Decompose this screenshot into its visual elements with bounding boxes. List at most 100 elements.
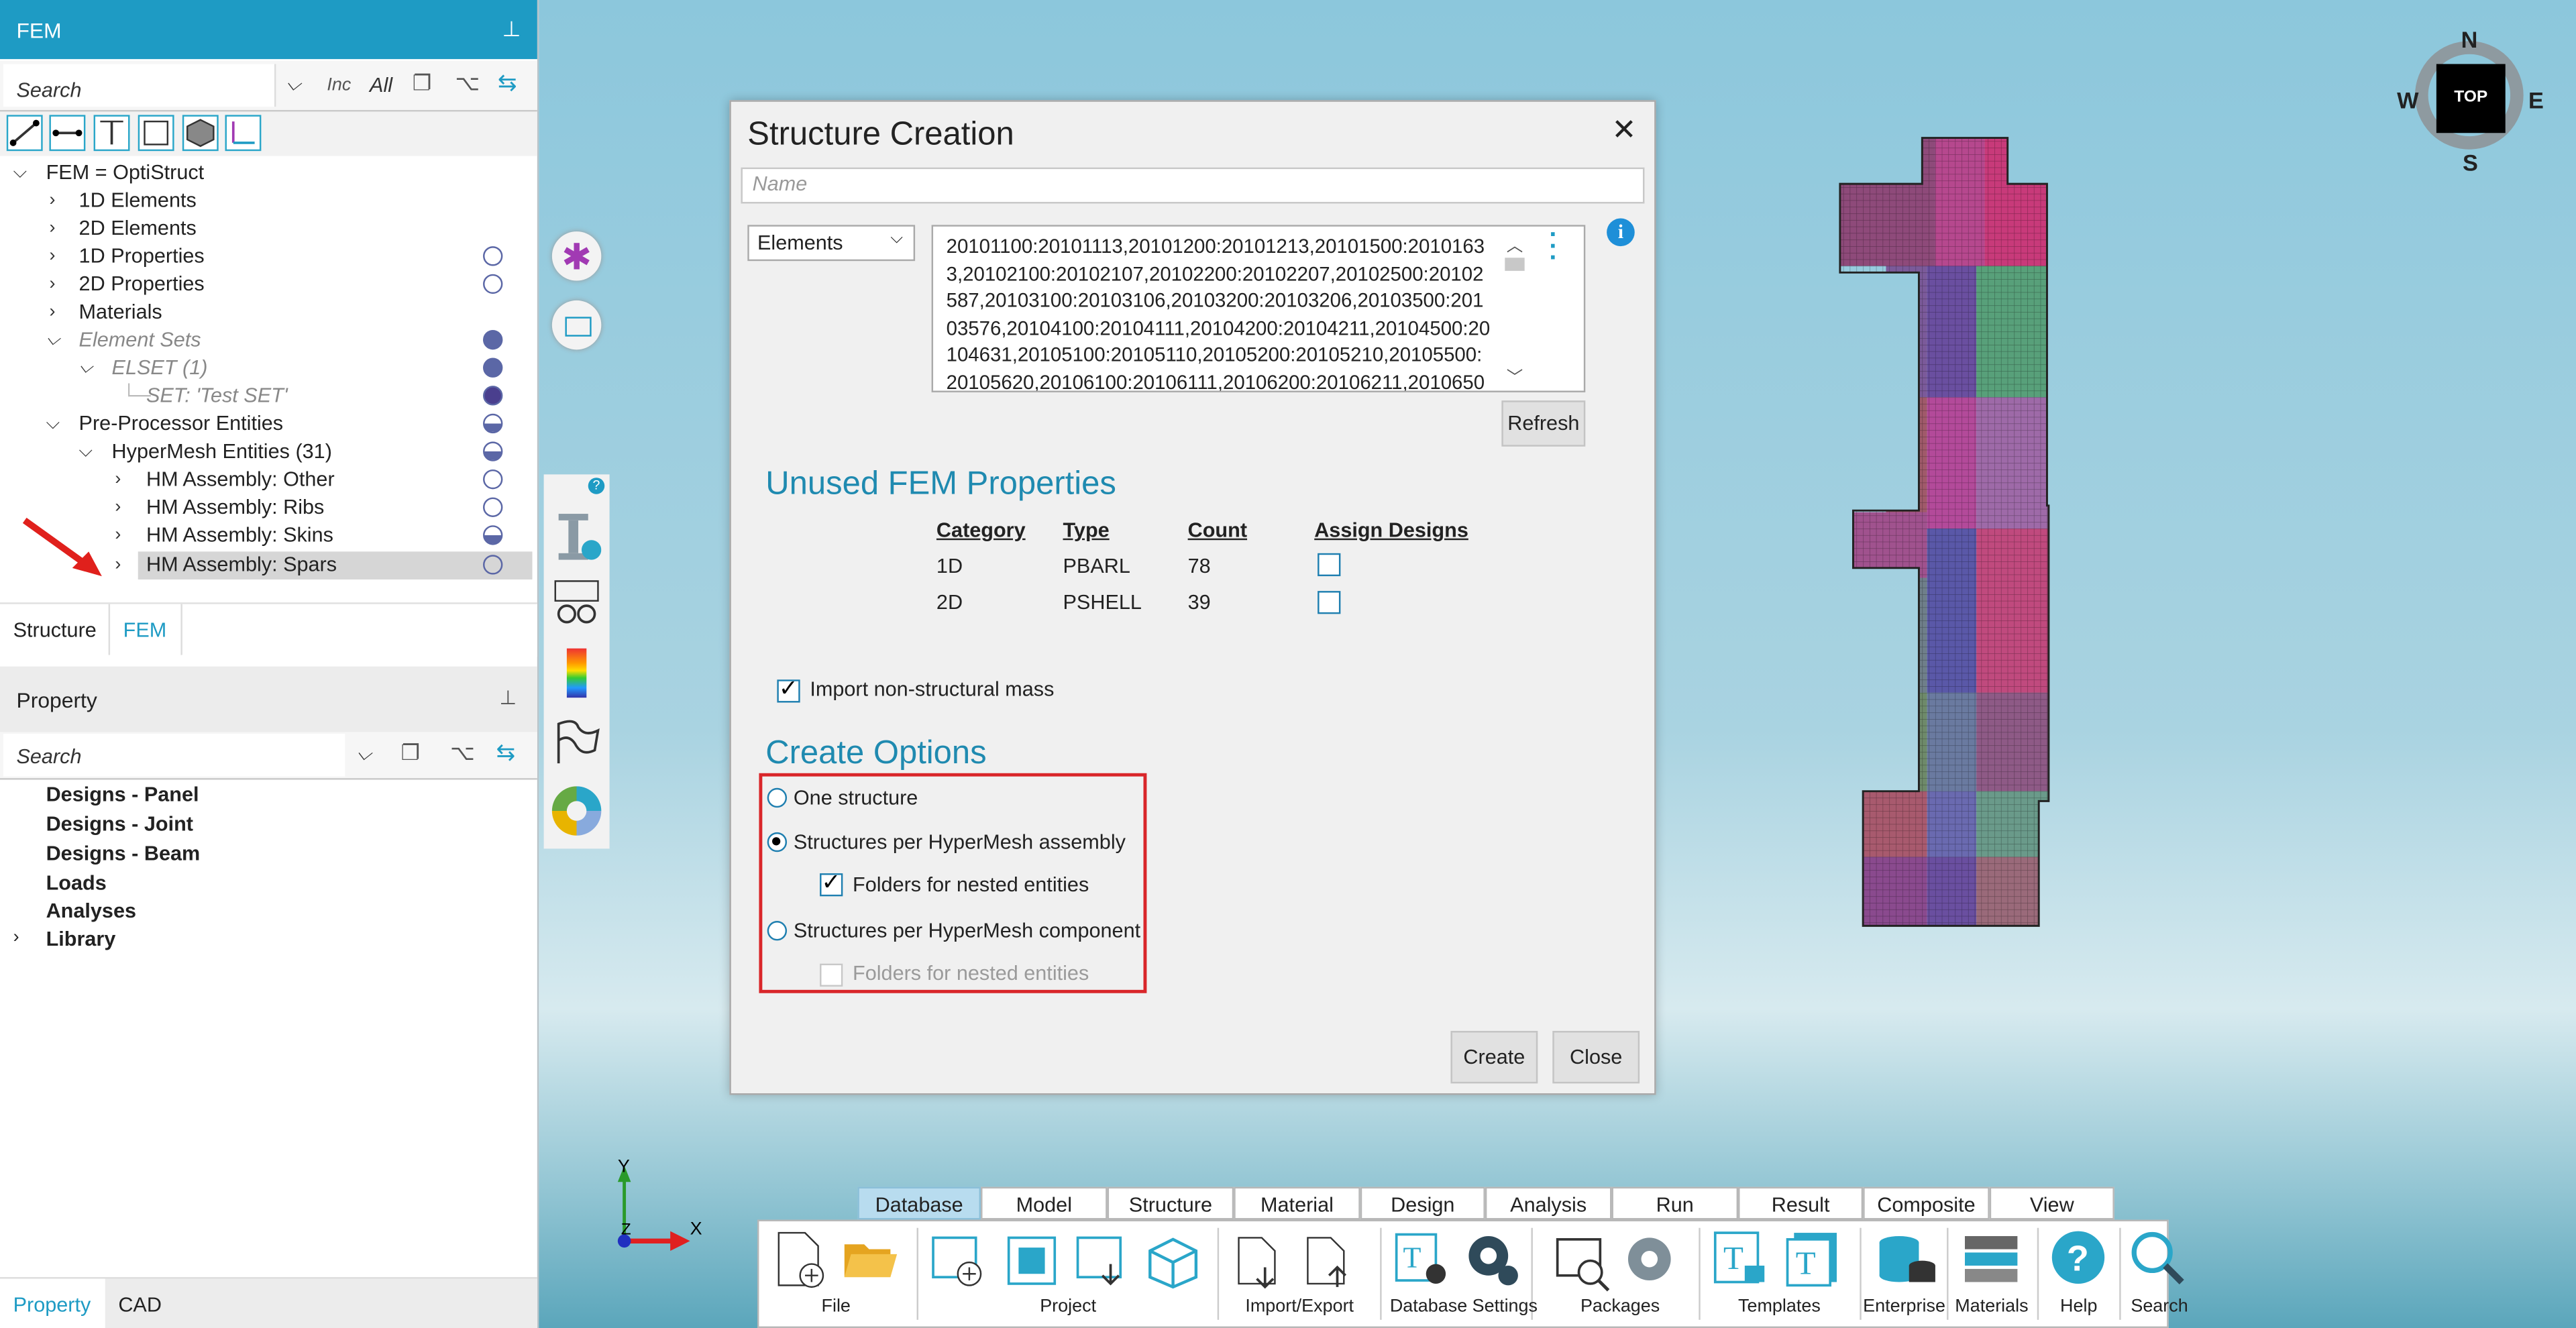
chevron-right-icon[interactable]: ›: [115, 466, 121, 494]
property-item-designs-panel[interactable]: Designs - Panel: [46, 783, 199, 806]
tree-node-1d-properties[interactable]: › 1D Properties: [0, 243, 537, 271]
tree-node-hm-other[interactable]: › HM Assembly: Other: [0, 466, 537, 494]
help-icon[interactable]: ?: [2050, 1229, 2109, 1288]
visibility-half-icon[interactable]: [483, 413, 503, 434]
import-nsm-checkbox[interactable]: [777, 675, 800, 703]
property-item-library[interactable]: Library: [46, 928, 116, 950]
chevron-down-icon[interactable]: ⌵: [286, 72, 301, 97]
visibility-empty-icon[interactable]: [483, 246, 503, 266]
name-input[interactable]: Name: [741, 167, 1645, 204]
visibility-full-icon[interactable]: [483, 329, 503, 350]
scrollbar[interactable]: ︿ ﹀: [1501, 231, 1527, 388]
tree-node-set[interactable]: └─ SET: 'Test SET': [0, 382, 537, 410]
bar-elem-icon[interactable]: [49, 115, 86, 152]
chevron-right-icon[interactable]: ›: [49, 271, 55, 299]
beam-section-icon[interactable]: [552, 510, 602, 563]
import-icon[interactable]: [1232, 1235, 1291, 1290]
hierarchy-icon[interactable]: ⌥: [450, 740, 475, 767]
folders-nested-disabled-checkbox[interactable]: [820, 963, 843, 987]
sync-icon[interactable]: ⇆: [498, 69, 517, 97]
project-import-icon[interactable]: [1075, 1235, 1130, 1290]
glasses-view-icon[interactable]: [552, 578, 601, 627]
visibility-empty-icon[interactable]: [483, 469, 503, 490]
ribbon-tab-structure[interactable]: Structure: [1107, 1186, 1234, 1220]
tab-property[interactable]: Property: [0, 1278, 105, 1328]
chevron-right-icon[interactable]: ›: [115, 551, 121, 579]
chevron-right-icon[interactable]: ›: [49, 215, 55, 243]
assign-designs-checkbox-2d[interactable]: [1318, 591, 1341, 614]
line-elem-icon[interactable]: [6, 115, 43, 152]
assign-designs-checkbox-1d[interactable]: [1318, 553, 1341, 577]
pin-icon[interactable]: ⊥: [502, 16, 521, 42]
property-item-analyses[interactable]: Analyses: [46, 899, 136, 922]
chevron-down-icon[interactable]: ⌵: [79, 438, 93, 466]
tree-node-elset[interactable]: ⌵ ELSET (1): [0, 355, 537, 383]
refresh-button[interactable]: Refresh: [1501, 400, 1586, 447]
project-icon[interactable]: [1006, 1235, 1061, 1290]
property-item-designs-joint[interactable]: Designs - Joint: [46, 813, 193, 836]
create-button[interactable]: Create: [1450, 1031, 1538, 1084]
chevron-right-icon[interactable]: ›: [13, 928, 19, 947]
inc-toggle[interactable]: Inc: [327, 76, 351, 95]
tab-cad[interactable]: CAD: [118, 1294, 162, 1317]
chevron-down-icon[interactable]: ⌵: [46, 410, 60, 439]
more-options-icon[interactable]: · · ·: [1549, 227, 1558, 272]
new-project-icon[interactable]: [930, 1235, 989, 1290]
chevron-down-icon[interactable]: ⌵: [46, 327, 60, 355]
new-file-icon[interactable]: [772, 1229, 828, 1288]
template-icon[interactable]: T: [1712, 1229, 1771, 1288]
beam-elem-icon[interactable]: [93, 115, 130, 152]
chevron-right-icon[interactable]: ›: [115, 522, 121, 550]
tree-node-1d-elements[interactable]: › 1D Elements: [0, 187, 537, 215]
tree-node-element-sets[interactable]: ⌵ Element Sets: [0, 327, 537, 355]
mesh-model[interactable]: [1837, 135, 2050, 932]
hierarchy-icon[interactable]: ⌥: [455, 70, 480, 97]
enterprise-database-icon[interactable]: [1873, 1229, 1939, 1288]
open-folder-icon[interactable]: [841, 1235, 900, 1284]
per-assembly-radio[interactable]: [767, 832, 788, 852]
tree-node-2d-elements[interactable]: › 2D Elements: [0, 215, 537, 243]
tab-structure[interactable]: Structure: [13, 619, 97, 642]
ribbon-tab-composite[interactable]: Composite: [1863, 1186, 1990, 1220]
chevron-right-icon[interactable]: ›: [49, 187, 55, 215]
chevron-down-icon[interactable]: ⌵: [13, 159, 27, 187]
chevron-right-icon[interactable]: ›: [115, 494, 121, 522]
templates-icon[interactable]: T: [1784, 1229, 1843, 1288]
copy-icon[interactable]: ❐: [413, 70, 432, 97]
visibility-full-icon[interactable]: [483, 386, 503, 406]
visibility-empty-icon[interactable]: [483, 274, 503, 294]
close-icon[interactable]: ✕: [1611, 113, 1636, 148]
copy-icon[interactable]: ❐: [401, 740, 421, 767]
property-item-designs-beam[interactable]: Designs - Beam: [46, 842, 201, 865]
scrollbar-thumb[interactable]: [1505, 258, 1525, 271]
property-item-loads[interactable]: Loads: [46, 872, 107, 895]
view-compass[interactable]: TOP N S W E: [2397, 26, 2544, 176]
visibility-half-icon[interactable]: [483, 441, 503, 461]
entity-ids-textarea[interactable]: 20101100:20101113,20101200:20101213,2010…: [931, 225, 1586, 392]
contour-legend-icon[interactable]: [566, 648, 587, 698]
ribbon-tab-view[interactable]: View: [1989, 1186, 2114, 1220]
one-structure-radio[interactable]: [767, 787, 788, 808]
ribbon-tab-analysis[interactable]: Analysis: [1485, 1186, 1612, 1220]
visibility-full-icon[interactable]: [483, 357, 503, 378]
tab-fem[interactable]: FEM: [108, 604, 182, 655]
settings-gear-icon[interactable]: [1462, 1229, 1521, 1288]
per-component-radio[interactable]: [767, 921, 788, 941]
template-settings-icon[interactable]: T: [1393, 1231, 1452, 1290]
chevron-down-icon[interactable]: ⌵: [356, 742, 371, 767]
chevron-down-icon[interactable]: ﹀: [1507, 363, 1523, 388]
pin-icon[interactable]: ⊥: [499, 686, 517, 709]
ribbon-tab-design[interactable]: Design: [1360, 1186, 1485, 1220]
axis-icon[interactable]: [225, 115, 262, 152]
visibility-empty-icon[interactable]: [483, 555, 503, 575]
ribbon-tab-result[interactable]: Result: [1738, 1186, 1864, 1220]
export-icon[interactable]: [1301, 1235, 1360, 1290]
tree-node-root[interactable]: ⌵ FEM = OptiStruct: [0, 159, 537, 187]
chevron-up-icon[interactable]: ︿: [1507, 231, 1523, 256]
search-icon[interactable]: [2129, 1229, 2188, 1288]
package-search-icon[interactable]: [1554, 1233, 1613, 1292]
fem-search-input[interactable]: Search: [3, 64, 276, 107]
solid-elem-icon[interactable]: [182, 115, 219, 152]
entity-type-select[interactable]: Elements ⌵: [747, 225, 916, 262]
chevron-right-icon[interactable]: ›: [49, 298, 55, 327]
